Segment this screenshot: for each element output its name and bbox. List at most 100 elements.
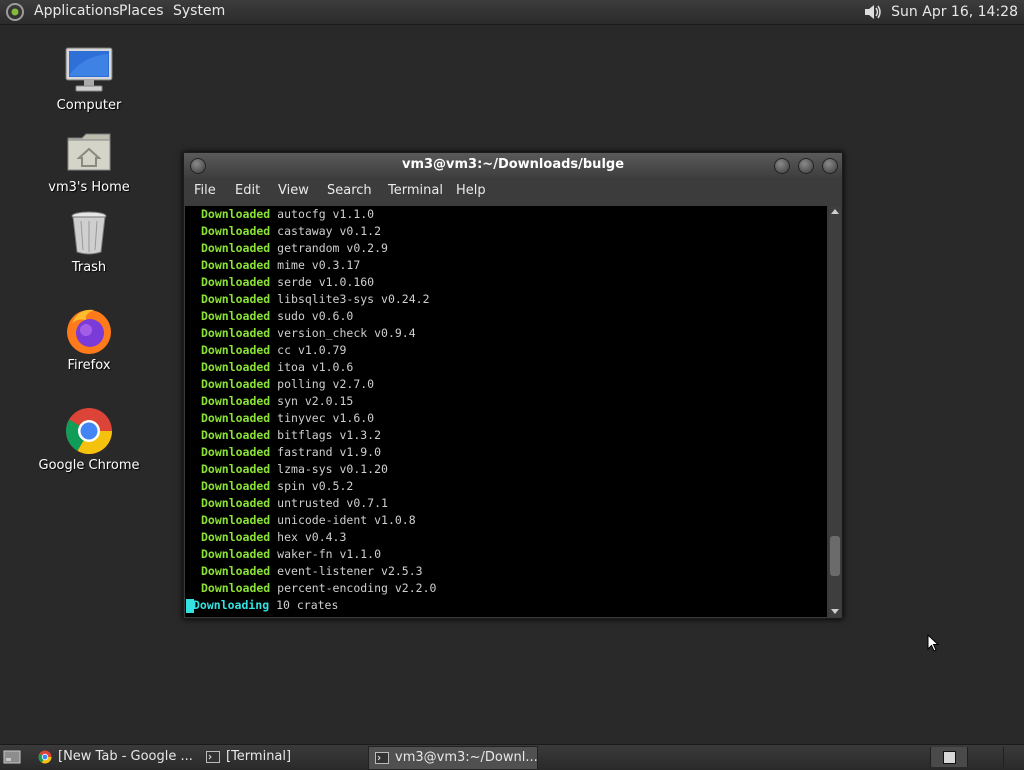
- system-menu[interactable]: System: [173, 3, 225, 19]
- desktop-icon-computer[interactable]: Computer: [29, 46, 149, 113]
- terminal-status-word: Downloaded: [201, 581, 271, 595]
- terminal-line-text: fastrand v1.9.0: [270, 445, 382, 459]
- terminal-line: Downloaded serde v1.0.160: [185, 274, 827, 291]
- terminal-status-word: Downloaded: [201, 326, 271, 340]
- terminal-line-text: percent-encoding v2.2.0: [270, 581, 437, 595]
- terminal-line: Downloaded untrusted v0.7.1: [185, 495, 827, 512]
- close-button[interactable]: [822, 158, 838, 174]
- workspace-2[interactable]: [967, 747, 1004, 767]
- terminal-line-text: mime v0.3.17: [270, 258, 361, 272]
- terminal-icon: [375, 752, 389, 764]
- home-folder-icon: [64, 128, 114, 178]
- scroll-up-arrow-icon[interactable]: [831, 209, 839, 214]
- terminal-status-word: Downloaded: [201, 224, 271, 238]
- terminal-scrollbar[interactable]: [829, 206, 841, 617]
- terminal-cursor: [186, 599, 194, 613]
- terminal-line: Downloaded waker-fn v1.1.0: [185, 546, 827, 563]
- terminal-status-word: Downloading: [193, 598, 270, 612]
- terminal-line-text: unicode-ident v1.0.8: [270, 513, 416, 527]
- show-desktop-icon[interactable]: [3, 749, 21, 765]
- desktop-icon-home[interactable]: vm3's Home: [29, 128, 149, 195]
- terminal-status-word: Downloaded: [201, 496, 271, 510]
- clock[interactable]: Sun Apr 16, 14:28: [891, 4, 1018, 20]
- terminal-line: Downloaded unicode-ident v1.0.8: [185, 512, 827, 529]
- desktop-icon-label: vm3's Home: [48, 180, 130, 195]
- distro-logo-icon[interactable]: [5, 2, 25, 22]
- terminal-line-text: untrusted v0.7.1: [270, 496, 388, 510]
- taskbar-item-label: vm3@vm3:~/Downl...: [395, 750, 538, 765]
- terminal-status-word: Downloaded: [201, 411, 271, 425]
- scroll-down-arrow-icon[interactable]: [831, 609, 839, 614]
- places-menu[interactable]: Places: [119, 3, 164, 19]
- volume-icon[interactable]: [863, 3, 883, 21]
- desktop-icon-firefox[interactable]: Firefox: [29, 306, 149, 373]
- terminal-line: Downloaded syn v2.0.15: [185, 393, 827, 410]
- scrollbar-thumb[interactable]: [830, 535, 840, 576]
- terminal-status-word: Downloaded: [201, 360, 271, 374]
- taskbar-item-chrome[interactable]: [New Tab - Google ...: [32, 746, 218, 768]
- menu-search[interactable]: Search: [327, 183, 372, 198]
- window-titlebar[interactable]: vm3@vm3:~/Downloads/bulge: [184, 153, 842, 177]
- terminal-line: Downloaded cc v1.0.79: [185, 342, 827, 359]
- terminal-line: Downloaded fastrand v1.9.0: [185, 444, 827, 461]
- terminal-status-word: Downloaded: [201, 343, 271, 357]
- desktop-icon-trash[interactable]: Trash: [29, 208, 149, 275]
- maximize-button[interactable]: [798, 158, 814, 174]
- terminal-line-text: version_check v0.9.4: [270, 326, 416, 340]
- terminal-line-text: getrandom v0.2.9: [270, 241, 388, 255]
- terminal-line: Downloaded autocfg v1.1.0: [185, 206, 827, 223]
- terminal-line: Downloaded libsqlite3-sys v0.24.2: [185, 291, 827, 308]
- desktop-icon-chrome[interactable]: Google Chrome: [29, 406, 149, 473]
- menu-edit[interactable]: Edit: [235, 183, 260, 198]
- terminal-status-word: Downloaded: [201, 275, 271, 289]
- terminal-status-word: Downloaded: [201, 292, 271, 306]
- terminal-window[interactable]: vm3@vm3:~/Downloads/bulge File Edit View…: [183, 152, 843, 619]
- terminal-status-word: Downloaded: [201, 445, 271, 459]
- top-panel: Applications Places System Sun Apr 16, 1…: [0, 0, 1024, 25]
- terminal-status-word: Downloaded: [201, 462, 271, 476]
- chrome-icon: [38, 750, 52, 764]
- terminal-line-text: 10 crates: [269, 598, 339, 612]
- taskbar-item-terminal-active[interactable]: vm3@vm3:~/Downl...: [368, 746, 538, 770]
- desktop-icon-label: Firefox: [67, 358, 111, 373]
- terminal-output[interactable]: Downloaded autocfg v1.1.0 Downloaded cast…: [185, 206, 827, 617]
- workspace-3[interactable]: [1003, 747, 1024, 767]
- terminal-status-word: Downloaded: [201, 377, 271, 391]
- menu-file[interactable]: File: [194, 183, 216, 198]
- terminal-status-word: Downloaded: [201, 564, 271, 578]
- terminal-line-text: sudo v0.6.0: [270, 309, 354, 323]
- menu-view[interactable]: View: [278, 183, 309, 198]
- mouse-pointer-icon: [927, 634, 939, 652]
- terminal-line: Downloaded tinyvec v1.6.0: [185, 410, 827, 427]
- bottom-panel: [New Tab - Google ... [Terminal] vm3@vm3…: [0, 744, 1024, 770]
- terminal-status-word: Downloaded: [201, 258, 271, 272]
- applications-menu[interactable]: Applications: [34, 3, 120, 19]
- terminal-line-text: event-listener v2.5.3: [270, 564, 423, 578]
- terminal-line: Downloaded lzma-sys v0.1.20: [185, 461, 827, 478]
- terminal-line-text: waker-fn v1.1.0: [270, 547, 382, 561]
- terminal-line-text: tinyvec v1.6.0: [270, 411, 375, 425]
- taskbar-item-terminal[interactable]: [Terminal]: [200, 746, 386, 768]
- computer-icon: [64, 46, 114, 96]
- terminal-icon: [206, 751, 220, 763]
- terminal-line-text: bitflags v1.3.2: [270, 428, 382, 442]
- workspace-1[interactable]: [930, 747, 967, 767]
- terminal-status-word: Downloaded: [201, 207, 271, 221]
- menu-help[interactable]: Help: [456, 183, 486, 198]
- terminal-line: Downloaded version_check v0.9.4: [185, 325, 827, 342]
- terminal-menubar: File Edit View Search Terminal Help: [184, 177, 842, 205]
- terminal-line: Downloaded event-listener v2.5.3: [185, 563, 827, 580]
- minimize-button[interactable]: [774, 158, 790, 174]
- chrome-icon: [64, 406, 114, 456]
- terminal-status-word: Downloaded: [201, 479, 271, 493]
- menu-terminal[interactable]: Terminal: [388, 183, 443, 198]
- terminal-line: Downloaded percent-encoding v2.2.0: [185, 580, 827, 597]
- terminal-line-text: lzma-sys v0.1.20: [270, 462, 388, 476]
- terminal-line-text: serde v1.0.160: [270, 275, 375, 289]
- terminal-status-word: Downloaded: [201, 428, 271, 442]
- terminal-status-word: Downloaded: [201, 309, 271, 323]
- terminal-line-text: polling v2.7.0: [270, 377, 375, 391]
- terminal-line-text: itoa v1.0.6: [270, 360, 354, 374]
- terminal-line: Downloaded polling v2.7.0: [185, 376, 827, 393]
- terminal-status-word: Downloaded: [201, 394, 271, 408]
